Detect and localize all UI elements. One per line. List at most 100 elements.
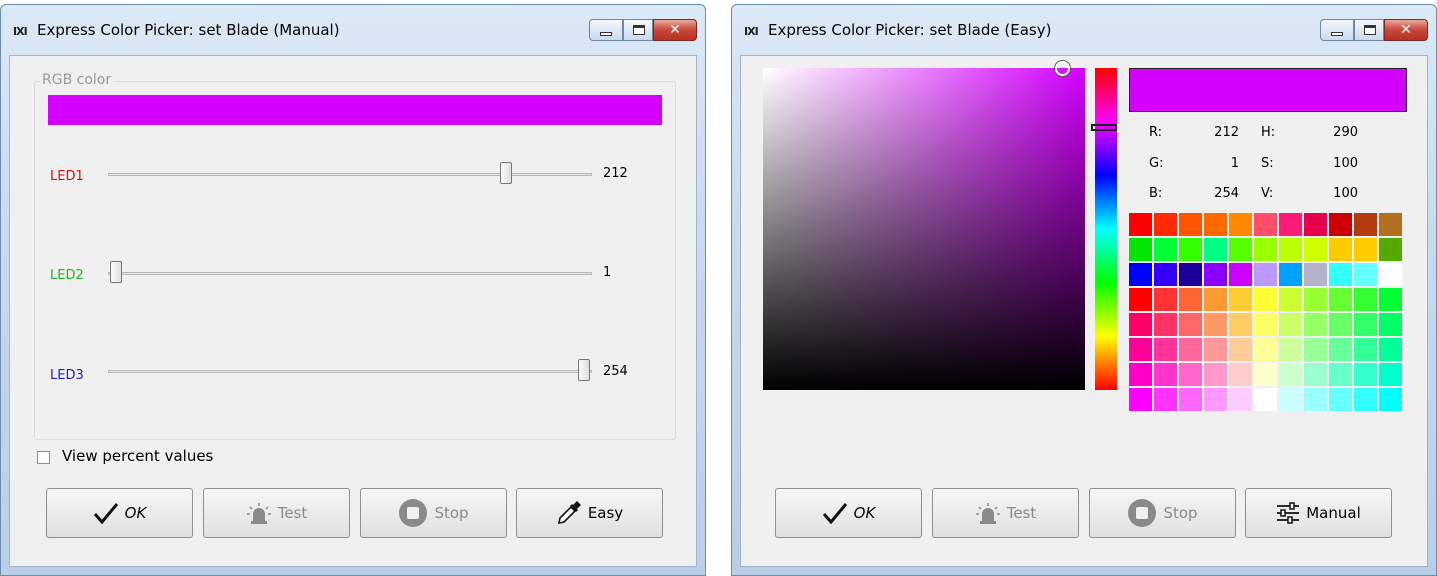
palette-swatch[interactable] (1329, 263, 1352, 286)
palette-swatch[interactable] (1179, 238, 1202, 261)
led3-slider-track[interactable] (108, 370, 592, 373)
palette-swatch[interactable] (1179, 338, 1202, 361)
palette-swatch[interactable] (1254, 338, 1277, 361)
palette-swatch[interactable] (1129, 363, 1152, 386)
palette-swatch[interactable] (1354, 313, 1377, 336)
palette-swatch[interactable] (1304, 363, 1327, 386)
led3-slider-thumb[interactable] (578, 359, 591, 381)
palette-swatch[interactable] (1254, 213, 1277, 236)
palette-swatch[interactable] (1379, 338, 1402, 361)
palette-swatch[interactable] (1129, 263, 1152, 286)
palette-swatch[interactable] (1254, 313, 1277, 336)
minimize-button[interactable] (1320, 19, 1354, 41)
easy-button[interactable]: Easy (516, 488, 663, 538)
palette-swatch[interactable] (1204, 363, 1227, 386)
palette-swatch[interactable] (1204, 388, 1227, 411)
maximize-button[interactable] (1354, 19, 1384, 41)
palette-swatch[interactable] (1179, 213, 1202, 236)
palette-swatch[interactable] (1329, 238, 1352, 261)
palette-swatch[interactable] (1204, 288, 1227, 311)
palette-swatch[interactable] (1129, 288, 1152, 311)
palette-swatch[interactable] (1229, 238, 1252, 261)
palette-swatch[interactable] (1154, 238, 1177, 261)
led1-slider-track[interactable] (108, 173, 592, 176)
ok-button[interactable]: OK (775, 488, 922, 538)
palette-swatch[interactable] (1179, 263, 1202, 286)
palette-swatch[interactable] (1179, 288, 1202, 311)
palette-swatch[interactable] (1179, 313, 1202, 336)
palette-swatch[interactable] (1179, 388, 1202, 411)
led2-slider-track[interactable] (108, 272, 592, 275)
palette-swatch[interactable] (1354, 213, 1377, 236)
stop-button[interactable]: Stop (360, 488, 507, 538)
palette-swatch[interactable] (1354, 388, 1377, 411)
palette-swatch[interactable] (1329, 213, 1352, 236)
palette-swatch[interactable] (1204, 338, 1227, 361)
palette-swatch[interactable] (1304, 338, 1327, 361)
manual-button[interactable]: Manual (1245, 488, 1392, 538)
palette-swatch[interactable] (1379, 263, 1402, 286)
palette-swatch[interactable] (1254, 263, 1277, 286)
palette-swatch[interactable] (1354, 263, 1377, 286)
palette-swatch[interactable] (1329, 388, 1352, 411)
hue-slider[interactable] (1095, 68, 1117, 390)
view-percent-label[interactable]: View percent values (62, 447, 213, 465)
palette-swatch[interactable] (1254, 363, 1277, 386)
palette-swatch[interactable] (1379, 238, 1402, 261)
palette-swatch[interactable] (1254, 388, 1277, 411)
palette-swatch[interactable] (1329, 338, 1352, 361)
palette-swatch[interactable] (1304, 213, 1327, 236)
palette-swatch[interactable] (1379, 288, 1402, 311)
title-bar[interactable]: IXI Express Color Picker: set Blade (Eas… (732, 5, 1436, 55)
palette-swatch[interactable] (1154, 338, 1177, 361)
palette-swatch[interactable] (1129, 213, 1152, 236)
palette-swatch[interactable] (1279, 338, 1302, 361)
palette-swatch[interactable] (1329, 363, 1352, 386)
palette-swatch[interactable] (1204, 313, 1227, 336)
palette-swatch[interactable] (1154, 363, 1177, 386)
palette-swatch[interactable] (1204, 263, 1227, 286)
palette-swatch[interactable] (1354, 288, 1377, 311)
palette-swatch[interactable] (1179, 363, 1202, 386)
test-button[interactable]: Test (203, 488, 350, 538)
maximize-button[interactable] (623, 19, 653, 41)
palette-swatch[interactable] (1304, 263, 1327, 286)
palette-swatch[interactable] (1229, 263, 1252, 286)
palette-swatch[interactable] (1279, 313, 1302, 336)
palette-swatch[interactable] (1254, 238, 1277, 261)
palette-swatch[interactable] (1129, 338, 1152, 361)
palette-swatch[interactable] (1229, 288, 1252, 311)
palette-swatch[interactable] (1304, 388, 1327, 411)
palette-swatch[interactable] (1204, 238, 1227, 261)
palette-swatch[interactable] (1154, 313, 1177, 336)
palette-swatch[interactable] (1129, 388, 1152, 411)
palette-swatch[interactable] (1379, 213, 1402, 236)
palette-swatch[interactable] (1279, 238, 1302, 261)
saturation-value-picker[interactable] (763, 68, 1085, 390)
palette-swatch[interactable] (1279, 388, 1302, 411)
title-bar[interactable]: IXI Express Color Picker: set Blade (Man… (1, 5, 705, 55)
palette-swatch[interactable] (1229, 313, 1252, 336)
ok-button[interactable]: OK (46, 488, 193, 538)
palette-swatch[interactable] (1229, 213, 1252, 236)
led1-slider-thumb[interactable] (500, 162, 513, 184)
minimize-button[interactable] (589, 19, 623, 41)
palette-swatch[interactable] (1379, 388, 1402, 411)
palette-swatch[interactable] (1154, 213, 1177, 236)
test-button[interactable]: Test (932, 488, 1079, 538)
palette-swatch[interactable] (1379, 313, 1402, 336)
palette-swatch[interactable] (1229, 338, 1252, 361)
palette-swatch[interactable] (1154, 288, 1177, 311)
palette-swatch[interactable] (1304, 288, 1327, 311)
palette-swatch[interactable] (1279, 288, 1302, 311)
palette-swatch[interactable] (1304, 313, 1327, 336)
palette-swatch[interactable] (1229, 363, 1252, 386)
stop-button[interactable]: Stop (1089, 488, 1236, 538)
palette-swatch[interactable] (1204, 213, 1227, 236)
palette-swatch[interactable] (1129, 238, 1152, 261)
hue-slider-marker[interactable] (1091, 124, 1117, 131)
close-button[interactable]: ✕ (653, 19, 697, 41)
palette-swatch[interactable] (1254, 288, 1277, 311)
palette-swatch[interactable] (1154, 263, 1177, 286)
palette-swatch[interactable] (1329, 313, 1352, 336)
